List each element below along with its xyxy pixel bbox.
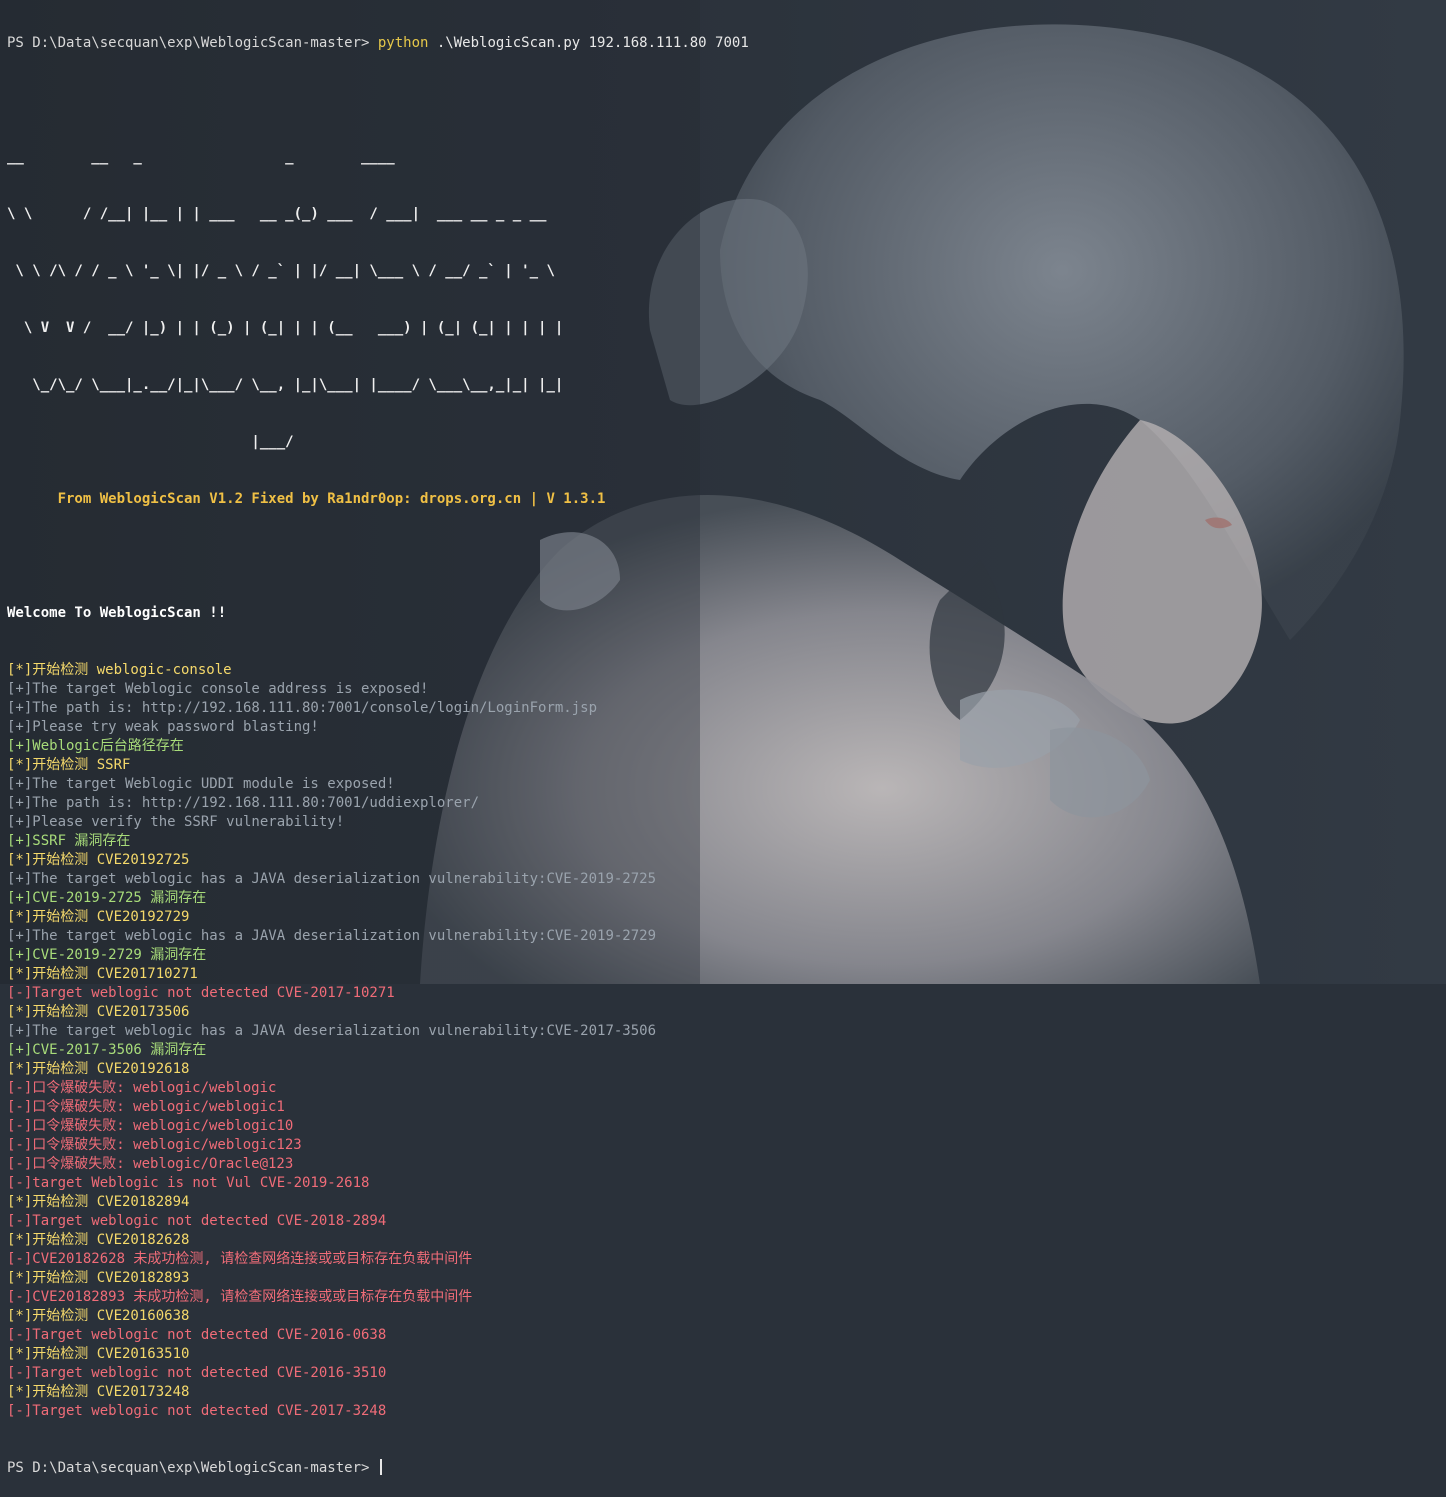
ascii-banner-line: \_/\_/ \___|_.__/|_|\___/ \__, |_|\___| … bbox=[7, 377, 564, 393]
output-line-star: [*]开始检测 CVE201710271 bbox=[7, 966, 198, 982]
output-line-err: [-]target Weblogic is not Vul CVE-2019-2… bbox=[7, 1175, 370, 1191]
output-line-star: [*]开始检测 CVE20173506 bbox=[7, 1004, 190, 1020]
ascii-banner-line: |___/ bbox=[7, 434, 294, 450]
output-line-star: [*]开始检测 CVE20182628 bbox=[7, 1232, 190, 1248]
output-line-star: [*]开始检测 weblogic-console bbox=[7, 662, 232, 678]
output-line-info: [+]The path is: http://192.168.111.80:70… bbox=[7, 700, 598, 716]
shell-prompt: PS D:\Data\secquan\exp\WeblogicScan-mast… bbox=[7, 35, 378, 51]
output-line-star: [*]开始检测 CVE20163510 bbox=[7, 1346, 190, 1362]
output-line-info: [+]The target Weblogic UDDI module is ex… bbox=[7, 776, 395, 792]
welcome-message: Welcome To WeblogicScan !! bbox=[7, 605, 227, 621]
output-line-star: [*]开始检测 CVE20173248 bbox=[7, 1384, 190, 1400]
output-line-info: [+]The target weblogic has a JAVA deseri… bbox=[7, 1023, 657, 1039]
output-line-err: [-]口令爆破失败: weblogic/Oracle@123 bbox=[7, 1156, 294, 1172]
text-cursor[interactable] bbox=[379, 1459, 382, 1475]
output-line-ok: [+]CVE-2017-3506 漏洞存在 bbox=[7, 1042, 207, 1058]
output-line-ok: [+]CVE-2019-2725 漏洞存在 bbox=[7, 890, 207, 906]
output-line-err: [-]口令爆破失败: weblogic/weblogic1 bbox=[7, 1099, 285, 1115]
output-line-star: [*]开始检测 CVE20192729 bbox=[7, 909, 190, 925]
output-line-err: [-]CVE20182628 未成功检测, 请检查网络连接或或目标存在负载中间件 bbox=[7, 1251, 473, 1267]
scan-output: [*]开始检测 weblogic-console [+]The target We… bbox=[7, 661, 749, 1421]
output-line-star: [*]开始检测 CVE20192725 bbox=[7, 852, 190, 868]
banner-subtitle: From WeblogicScan V1.2 Fixed by Ra1ndr0o… bbox=[7, 491, 606, 507]
output-line-info: [+]Please verify the SSRF vulnerability! bbox=[7, 814, 345, 830]
shell-prompt: PS D:\Data\secquan\exp\WeblogicScan-mast… bbox=[7, 1460, 378, 1476]
output-line-star: [*]开始检测 CVE20160638 bbox=[7, 1308, 190, 1324]
command-line: PS D:\Data\secquan\exp\WeblogicScan-mast… bbox=[7, 34, 749, 53]
command-program: python bbox=[377, 35, 429, 51]
final-prompt-line: PS D:\Data\secquan\exp\WeblogicScan-mast… bbox=[7, 1459, 749, 1478]
output-line-err: [-]CVE20182893 未成功检测, 请检查网络连接或或目标存在负载中间件 bbox=[7, 1289, 473, 1305]
output-line-err: [-]Target weblogic not detected CVE-2017… bbox=[7, 1403, 387, 1419]
output-line-info: [+]The target weblogic has a JAVA deseri… bbox=[7, 871, 657, 887]
command-args: .\WeblogicScan.py 192.168.111.80 7001 bbox=[428, 35, 749, 51]
output-line-star: [*]开始检测 SSRF bbox=[7, 757, 131, 773]
ascii-banner-line: \ \ /\ / / _ \ '_ \| |/ _ \ / _` | |/ __… bbox=[7, 263, 555, 279]
output-line-err: [-]口令爆破失败: weblogic/weblogic bbox=[7, 1080, 277, 1096]
output-line-star: [*]开始检测 CVE20182894 bbox=[7, 1194, 190, 1210]
output-line-info: [+]The target weblogic has a JAVA deseri… bbox=[7, 928, 657, 944]
ascii-banner-line: \ \ / /__| |__ | | ___ __ _(_) ___ / ___… bbox=[7, 206, 547, 222]
output-line-err: [-]Target weblogic not detected CVE-2016… bbox=[7, 1327, 387, 1343]
ascii-banner-line: __ __ _ _ ____ bbox=[7, 149, 395, 165]
output-line-ok: [+]CVE-2019-2729 漏洞存在 bbox=[7, 947, 207, 963]
terminal-output[interactable]: PS D:\Data\secquan\exp\WeblogicScan-mast… bbox=[7, 0, 749, 1497]
output-line-ok: [+]Weblogic后台路径存在 bbox=[7, 738, 184, 754]
output-line-star: [*]开始检测 CVE20192618 bbox=[7, 1061, 190, 1077]
output-line-err: [-]Target weblogic not detected CVE-2018… bbox=[7, 1213, 387, 1229]
output-line-err: [-]Target weblogic not detected CVE-2016… bbox=[7, 1365, 387, 1381]
output-line-err: [-]口令爆破失败: weblogic/weblogic123 bbox=[7, 1137, 302, 1153]
ascii-banner-line: \ V V / __/ |_) | | (_) | (_| | | (__ __… bbox=[7, 320, 564, 336]
output-line-star: [*]开始检测 CVE20182893 bbox=[7, 1270, 190, 1286]
output-line-info: [+]The target Weblogic console address i… bbox=[7, 681, 429, 697]
output-line-info: [+]Please try weak password blasting! bbox=[7, 719, 319, 735]
output-line-err: [-]Target weblogic not detected CVE-2017… bbox=[7, 985, 395, 1001]
output-line-ok: [+]SSRF 漏洞存在 bbox=[7, 833, 131, 849]
output-line-err: [-]口令爆破失败: weblogic/weblogic10 bbox=[7, 1118, 294, 1134]
output-line-info: [+]The path is: http://192.168.111.80:70… bbox=[7, 795, 480, 811]
